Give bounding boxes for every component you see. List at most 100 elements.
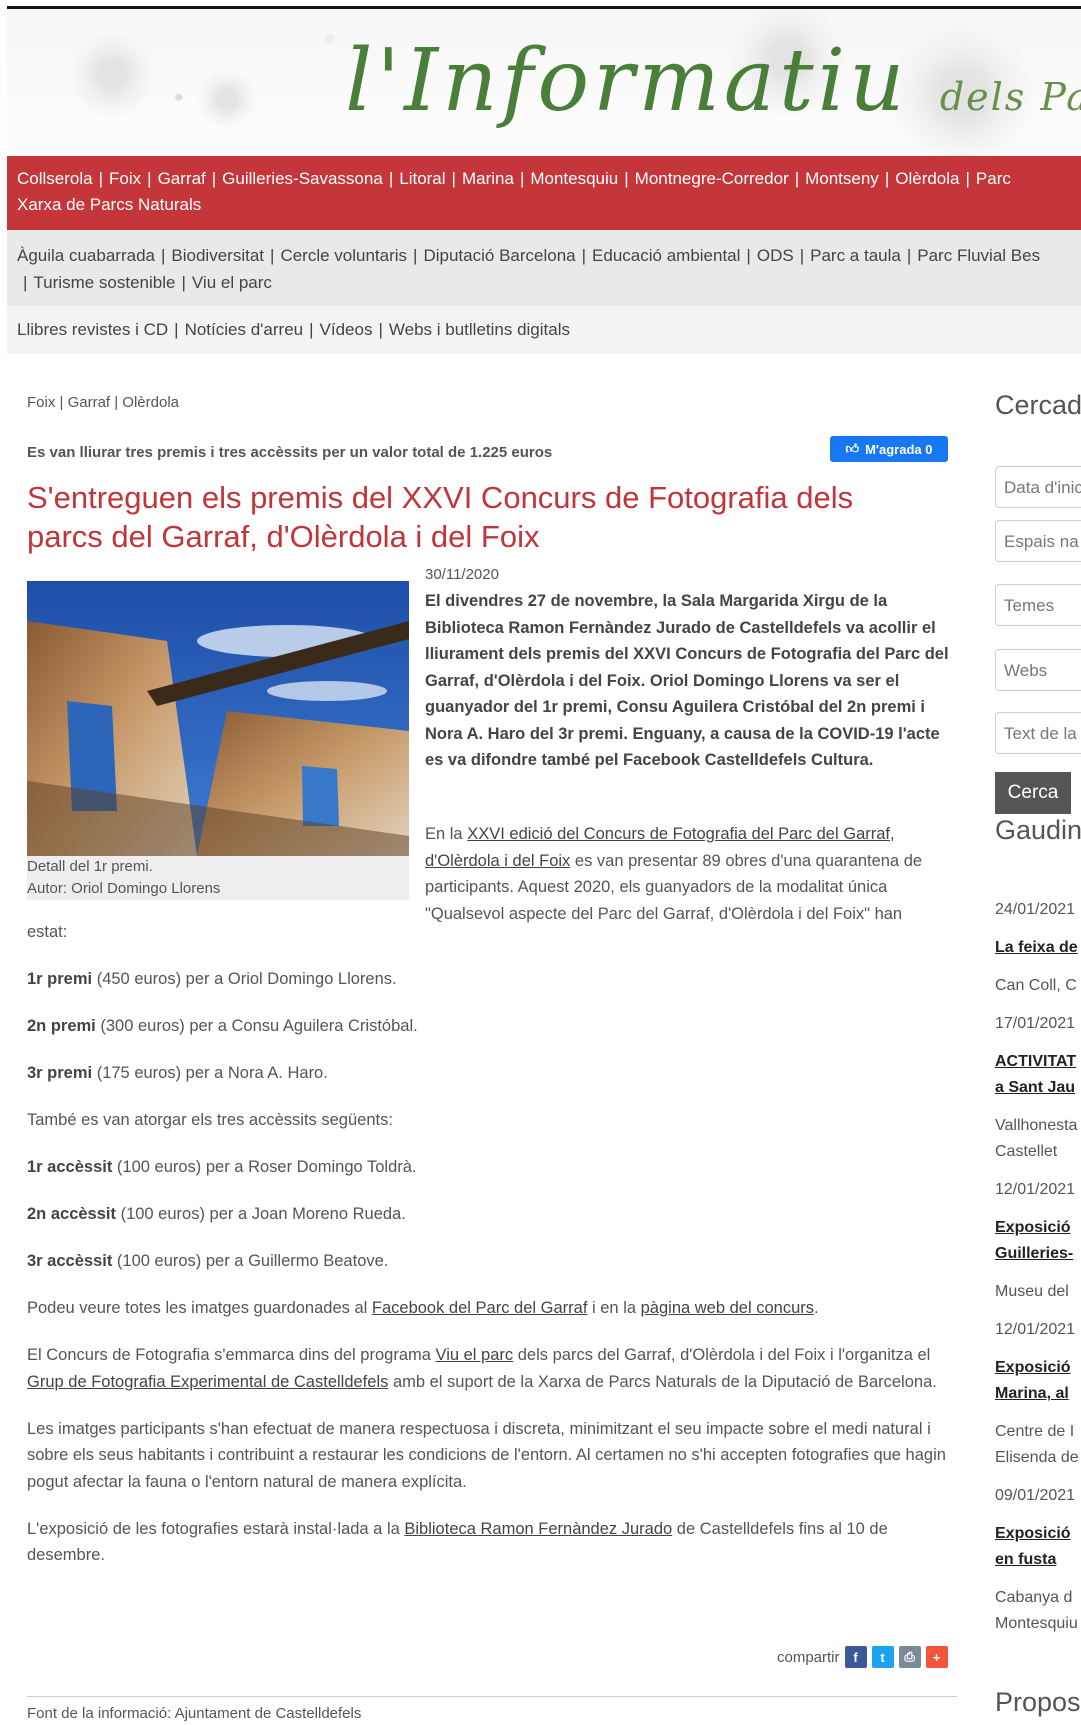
prize-label: 2n premi: [27, 1017, 96, 1035]
article-paragraph: Podeu veure totes les imatges guardonade…: [27, 1299, 819, 1317]
contest-web-link[interactable]: pàgina web del concurs: [641, 1299, 814, 1317]
event-place: Can Coll, C: [995, 977, 1077, 994]
prize-label: 3r accèssit: [27, 1252, 113, 1270]
topics-nav: Àguila cuabarrada | Biodiversitat | Cercle v…: [7, 230, 1081, 306]
facebook-garraf-link[interactable]: Facebook del Parc del Garraf: [372, 1299, 588, 1317]
event-title[interactable]: Exposició: [995, 1355, 1071, 1381]
nav-separator: |: [147, 169, 152, 188]
divider: [27, 1696, 957, 1697]
parks-nav: Collserola | Foix | Garraf | Guilleries-Savass…: [7, 156, 1081, 230]
nav-item[interactable]: Guilleries-Savassona: [222, 169, 383, 188]
search-button[interactable]: Cerca: [995, 772, 1071, 814]
nav-item[interactable]: Diputació Barcelona: [423, 246, 575, 265]
resources-nav: Llibres revistes i CD | Notícies d'arreu | V…: [7, 306, 1081, 354]
search-section-title: Cercad: [995, 390, 1081, 420]
nav-separator: |: [378, 320, 383, 339]
photo-caption: Detall del 1r premi. Autor: Oriol Doming…: [27, 856, 409, 900]
nav-separator: |: [794, 169, 800, 188]
event-title[interactable]: Marina, al: [995, 1381, 1069, 1407]
nav-item[interactable]: Litoral: [399, 169, 445, 188]
nav-separator: |: [160, 246, 166, 265]
nav-item[interactable]: Parc a taula: [810, 246, 901, 265]
webs-select[interactable]: Webs: [995, 649, 1081, 691]
article-source: Font de la informació: Ajuntament de Cas…: [27, 1705, 362, 1722]
prize-item: 3r accèssit (100 euros) per a Guillermo …: [27, 1248, 957, 1275]
nav-item[interactable]: Biodiversitat: [171, 246, 264, 265]
nav-item[interactable]: Webs i butlletins digitals: [389, 320, 570, 339]
parks-nav-row: Collserola | Foix | Garraf | Guilleries-Savass…: [17, 166, 1081, 192]
nav-item[interactable]: Llibres revistes i CD: [17, 320, 168, 339]
nav-item-xarxa[interactable]: Xarxa de Parcs Naturals: [17, 195, 201, 214]
facebook-share-icon[interactable]: f: [844, 1646, 867, 1668]
nav-separator: |: [413, 246, 418, 265]
viu-el-parc-link[interactable]: Viu el parc: [436, 1346, 514, 1364]
event-title[interactable]: ACTIVITAT: [995, 1049, 1076, 1075]
prize-label: 1r accèssit: [27, 1158, 113, 1176]
article-body: estat: 1r premi (450 euros) per a Oriol …: [27, 919, 957, 1589]
topics-nav-row: Àguila cuabarrada | Biodiversitat | Cercle v…: [17, 242, 1081, 269]
nav-separator: |: [181, 273, 186, 292]
article-photo: [27, 581, 409, 856]
breadcrumb[interactable]: Foix | Garraf | Olèrdola: [27, 394, 957, 411]
library-link[interactable]: Biblioteca Ramon Fernàndez Jurado: [404, 1520, 672, 1538]
event-place: Castellet: [995, 1143, 1058, 1160]
article: Foix | Garraf | Olèrdola Es van lliurar …: [27, 394, 957, 1722]
nav-item[interactable]: Olèrdola: [895, 169, 959, 188]
nav-item[interactable]: Collserola: [17, 169, 93, 188]
nav-item[interactable]: Turisme sostenible: [33, 273, 175, 292]
event-title[interactable]: Exposició: [995, 1215, 1071, 1241]
nav-separator: |: [98, 169, 104, 188]
twitter-share-icon[interactable]: t: [871, 1646, 894, 1668]
event-title[interactable]: en fusta: [995, 1547, 1056, 1573]
nav-item[interactable]: Parc Fluvial Bes: [917, 246, 1040, 265]
events-section-title: Gaudin: [995, 815, 1081, 845]
event-title[interactable]: La feixa de: [995, 935, 1078, 961]
article-paragraph: El Concurs de Fotografia s'emmarca dins …: [27, 1346, 937, 1391]
nav-separator: |: [174, 320, 179, 339]
prize-item: 1r premi (450 euros) per a Oriol Domingo…: [27, 966, 957, 993]
photo-group-link[interactable]: Grup de Fotografia Experimental de Caste…: [27, 1373, 388, 1391]
natural-spaces-select[interactable]: Espais na: [995, 520, 1081, 562]
event-title[interactable]: Exposició: [995, 1521, 1071, 1547]
event-title[interactable]: Guilleries-: [995, 1241, 1073, 1267]
nav-separator: |: [309, 320, 314, 339]
topics-select[interactable]: Temes: [995, 584, 1081, 626]
event-title[interactable]: a Sant Jau: [995, 1075, 1075, 1101]
prize-text: (450 euros) per a Oriol Domingo Llorens.: [92, 970, 397, 988]
nav-item[interactable]: Montesquiu: [530, 169, 618, 188]
nav-item[interactable]: Notícies d'arreu: [185, 320, 304, 339]
article-paragraph: En la XXVI edició del Concurs de Fotogra…: [425, 825, 923, 923]
nav-item[interactable]: Vídeos: [320, 320, 373, 339]
nav-item[interactable]: Cercle voluntaris: [280, 246, 407, 265]
nav-item[interactable]: ODS: [757, 246, 794, 265]
nav-separator: |: [581, 246, 587, 265]
nav-separator: |: [23, 273, 28, 292]
prize-text: (100 euros) per a Joan Moreno Rueda.: [115, 1205, 406, 1223]
thumbs-up-icon: 👍︎: [845, 441, 860, 456]
nav-item[interactable]: Marina: [462, 169, 514, 188]
prize-label: 1r premi: [27, 970, 93, 988]
print-icon[interactable]: ⎙: [898, 1646, 921, 1668]
article-date: 30/11/2020: [425, 566, 499, 583]
date-start-field[interactable]: Data d'inic: [995, 466, 1081, 508]
event-place: Centre de I: [995, 1423, 1075, 1440]
nav-item[interactable]: Foix: [109, 169, 141, 188]
nav-item[interactable]: Garraf: [158, 169, 206, 188]
nav-item[interactable]: Àguila cuabarrada: [17, 246, 155, 265]
event-place: Vallhonesta: [995, 1117, 1078, 1134]
event-place: Museu del: [995, 1283, 1069, 1300]
nav-item[interactable]: Viu el parc: [192, 273, 272, 292]
more-share-icon[interactable]: +: [925, 1646, 948, 1668]
nav-item[interactable]: Parc: [976, 169, 1011, 188]
event-date: 12/01/2021: [995, 1321, 1076, 1338]
site-logo[interactable]: l'Informatiu dels Parcs: [345, 31, 1081, 131]
nav-separator: |: [799, 246, 805, 265]
nav-separator: |: [451, 169, 456, 188]
text-search-field[interactable]: Text de la: [995, 712, 1081, 754]
article-paragraph: També es van atorgar els tres accèssits …: [27, 1111, 393, 1129]
nav-item[interactable]: Montseny: [805, 169, 879, 188]
facebook-like-button[interactable]: 👍︎ M'agrada 0: [830, 436, 948, 462]
nav-item[interactable]: Montnegre-Corredor: [635, 169, 789, 188]
accessits-list: 1r accèssit (100 euros) per a Roser Domi…: [27, 1154, 957, 1275]
nav-item[interactable]: Educació ambiental: [592, 246, 740, 265]
